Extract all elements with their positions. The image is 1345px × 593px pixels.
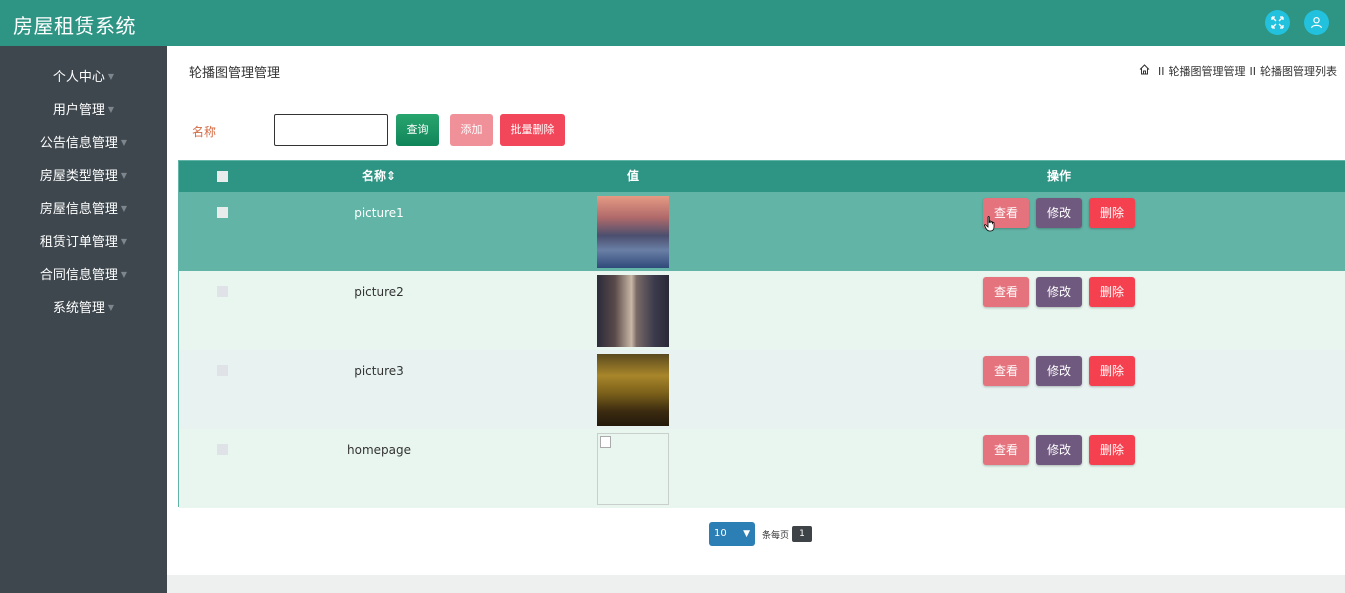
add-button[interactable]: 添加 bbox=[450, 114, 493, 146]
caret-down-icon: ▼ bbox=[120, 138, 128, 147]
sidebar-item-label: 合同信息管理 bbox=[39, 268, 118, 283]
caret-down-icon: ▼ bbox=[120, 270, 128, 279]
edit-button[interactable]: 修改 bbox=[1036, 356, 1082, 386]
column-header-name[interactable]: 名称⇕ bbox=[329, 161, 429, 192]
row-checkbox[interactable] bbox=[217, 365, 228, 376]
delete-button[interactable]: 删除 bbox=[1089, 435, 1135, 465]
table-row[interactable]: homepage 查看 修改 删除 bbox=[179, 429, 1345, 508]
table-row[interactable]: picture2 查看 修改 删除 bbox=[179, 271, 1345, 350]
row-checkbox[interactable] bbox=[217, 286, 228, 297]
sidebar-item-contracts[interactable]: 合同信息管理 ▼ bbox=[0, 260, 167, 290]
sidebar-item-label: 房屋信息管理 bbox=[39, 202, 118, 217]
view-button[interactable]: 查看 bbox=[983, 435, 1029, 465]
caret-down-icon: ▼ bbox=[120, 237, 128, 246]
city-tower-night-image bbox=[597, 275, 669, 347]
user-icon[interactable] bbox=[1304, 10, 1329, 35]
batch-delete-button[interactable]: 批量删除 bbox=[500, 114, 565, 146]
app-title: 房屋租赁系统 bbox=[13, 14, 136, 38]
row-name: picture2 bbox=[354, 285, 404, 299]
sidebar-item-notices[interactable]: 公告信息管理 ▼ bbox=[0, 128, 167, 158]
sort-icon[interactable]: ⇕ bbox=[386, 169, 396, 183]
name-filter-label: 名称 bbox=[192, 125, 217, 139]
caret-down-icon: ▼ bbox=[107, 72, 115, 81]
top-bar: 房屋租赁系统 bbox=[0, 0, 1345, 46]
page-title: 轮播图管理管理 bbox=[189, 66, 281, 81]
sidebar-item-system[interactable]: 系统管理 ▼ bbox=[0, 293, 167, 323]
table-row[interactable]: picture1 查看 修改 删除 bbox=[179, 192, 1345, 271]
breadcrumb-item-module[interactable]: 轮播图管理管理 bbox=[1169, 63, 1246, 79]
row-name: homepage bbox=[347, 443, 411, 457]
breadcrumb-separator: II bbox=[1158, 64, 1165, 78]
pagination: 10 ▼ 条每页 1 bbox=[709, 522, 813, 546]
edit-button[interactable]: 修改 bbox=[1036, 435, 1082, 465]
carousel-table: 名称⇕ 值 操作 picture1 查看 修改 删除 picture2 查看 修… bbox=[178, 160, 1345, 508]
sidebar-item-rental-orders[interactable]: 租赁订单管理 ▼ bbox=[0, 227, 167, 257]
page-size-select[interactable]: 10 ▼ bbox=[709, 522, 755, 546]
row-name: picture1 bbox=[354, 206, 404, 220]
view-button[interactable]: 查看 bbox=[983, 277, 1029, 307]
breadcrumb-item-list: 轮播图管理列表 bbox=[1260, 65, 1337, 78]
delete-button[interactable]: 删除 bbox=[1089, 277, 1135, 307]
sidebar-item-users[interactable]: 用户管理 ▼ bbox=[0, 95, 167, 125]
row-name: picture3 bbox=[354, 364, 404, 378]
broken-image-icon bbox=[597, 433, 669, 505]
chevron-down-icon: ▼ bbox=[743, 529, 750, 539]
delete-button[interactable]: 删除 bbox=[1089, 356, 1135, 386]
table-header: 名称⇕ 值 操作 bbox=[179, 161, 1345, 192]
home-icon[interactable] bbox=[1139, 64, 1150, 78]
breadcrumb-separator: II bbox=[1249, 64, 1257, 78]
per-page-label: 条每页 bbox=[762, 530, 790, 541]
sidebar-item-label: 个人中心 bbox=[52, 70, 105, 85]
sidebar-item-label: 公告信息管理 bbox=[39, 136, 118, 151]
main-content: 轮播图管理管理 II 轮播图管理管理 II 轮播图管理列表 名称 查询 添加 批… bbox=[167, 46, 1345, 575]
caret-down-icon: ▼ bbox=[107, 105, 115, 114]
sunset-water-image bbox=[597, 196, 669, 268]
delete-button[interactable]: 删除 bbox=[1089, 198, 1135, 228]
table-row[interactable]: picture3 查看 修改 删除 bbox=[179, 350, 1345, 429]
column-header-actions: 操作 bbox=[1046, 169, 1071, 183]
current-page-button[interactable]: 1 bbox=[792, 526, 813, 542]
sidebar: 个人中心 ▼ 用户管理 ▼ 公告信息管理 ▼ 房屋类型管理 ▼ 房屋信息管理 ▼ 租赁订单… bbox=[0, 46, 167, 593]
breadcrumb: II 轮播图管理管理 II 轮播图管理列表 bbox=[1139, 63, 1337, 79]
sidebar-item-label: 用户管理 bbox=[52, 103, 105, 118]
sidebar-item-label: 租赁订单管理 bbox=[39, 235, 118, 250]
fullscreen-icon[interactable] bbox=[1265, 10, 1290, 35]
golden-city-skyline-image bbox=[597, 354, 669, 426]
view-button[interactable]: 查看 bbox=[983, 356, 1029, 386]
row-checkbox[interactable] bbox=[217, 207, 228, 218]
search-button[interactable]: 查询 bbox=[396, 114, 439, 146]
caret-down-icon: ▼ bbox=[107, 303, 115, 312]
sidebar-item-houses[interactable]: 房屋信息管理 ▼ bbox=[0, 194, 167, 224]
caret-down-icon: ▼ bbox=[120, 204, 128, 213]
name-filter-input[interactable] bbox=[274, 114, 388, 146]
sidebar-item-personal-center[interactable]: 个人中心 ▼ bbox=[0, 62, 167, 92]
footer-strip bbox=[167, 575, 1345, 593]
sidebar-item-house-types[interactable]: 房屋类型管理 ▼ bbox=[0, 161, 167, 191]
caret-down-icon: ▼ bbox=[120, 171, 128, 180]
row-checkbox[interactable] bbox=[217, 444, 228, 455]
column-header-value: 值 bbox=[626, 169, 639, 183]
edit-button[interactable]: 修改 bbox=[1036, 277, 1082, 307]
sidebar-item-label: 系统管理 bbox=[52, 301, 105, 316]
edit-button[interactable]: 修改 bbox=[1036, 198, 1082, 228]
hand-cursor-icon bbox=[984, 216, 996, 236]
sidebar-item-label: 房屋类型管理 bbox=[39, 169, 118, 184]
select-all-checkbox[interactable] bbox=[217, 171, 228, 182]
